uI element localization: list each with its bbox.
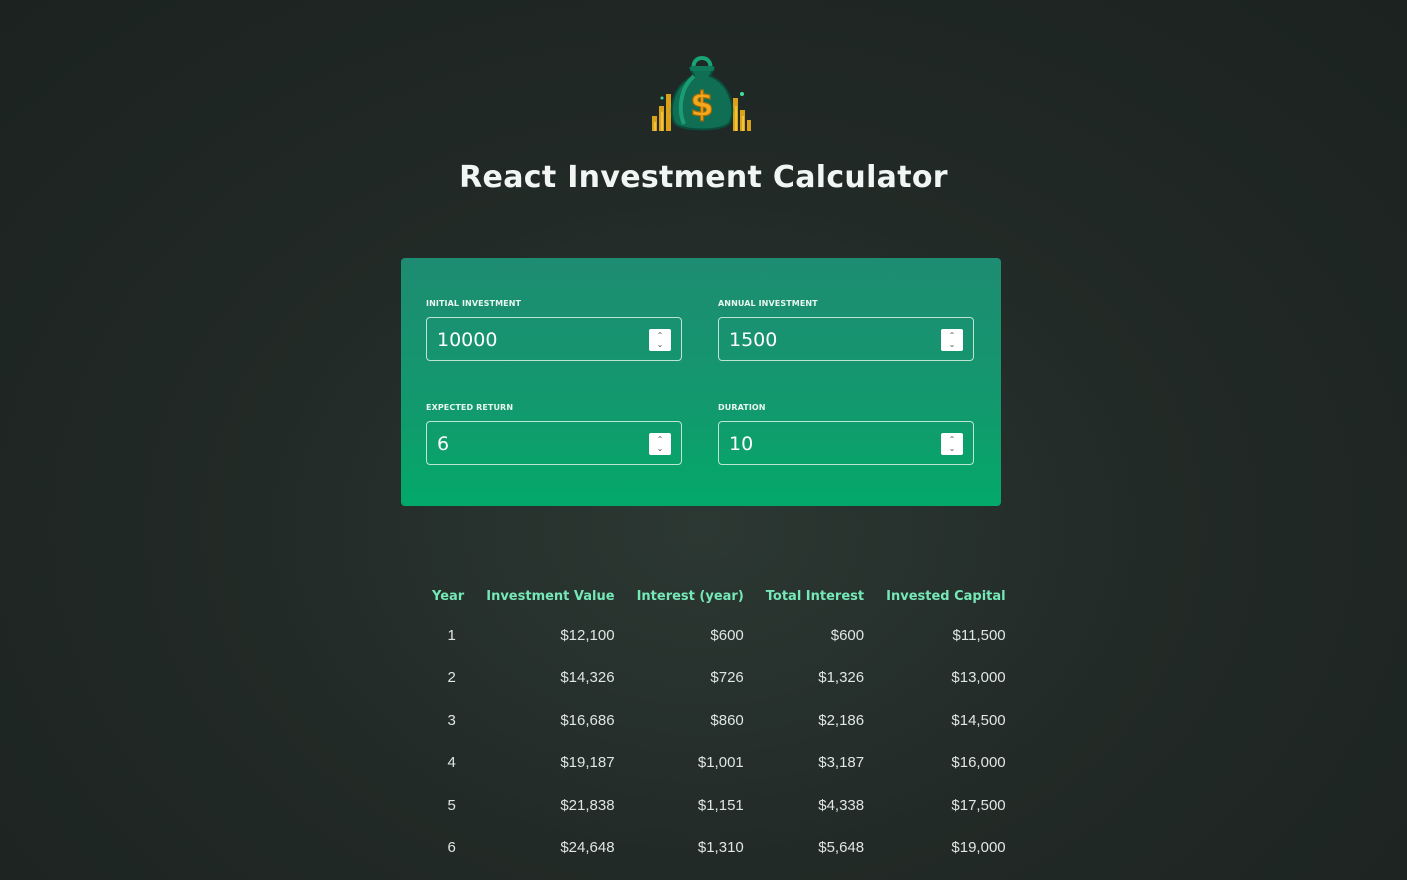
annual-investment-stepper[interactable]: ⌃ ⌄ xyxy=(941,329,963,351)
page-title: React Investment Calculator xyxy=(459,160,948,195)
total-interest-cell: $1,326 xyxy=(818,669,865,687)
total-interest-cell: $2,186 xyxy=(818,711,865,729)
interest-year-cell: $1,151 xyxy=(697,796,744,814)
user-input-panel: INITIAL INVESTMENT ⌃ ⌄ ANNUAL INVESTMENT… xyxy=(401,258,1001,506)
table-row: 5 $21,838 $1,151 $4,338 $17,500 xyxy=(421,784,1017,827)
expected-return-group: EXPECTED RETURN ⌃ ⌄ xyxy=(426,403,684,466)
money-bag-dollar-icon: $ xyxy=(652,56,751,131)
results-table: Year Investment Value Interest (year) To… xyxy=(421,578,1017,869)
column-header-invested-capital: Invested Capital xyxy=(886,588,1006,604)
chevron-up-icon[interactable]: ⌃ xyxy=(657,331,664,340)
duration-label: DURATION xyxy=(718,403,766,412)
total-interest-cell: $4,338 xyxy=(818,796,865,814)
annual-investment-box: ⌃ ⌄ xyxy=(718,317,974,362)
invested-capital-cell: $11,500 xyxy=(952,626,1006,644)
investment-value-cell: $21,838 xyxy=(560,796,615,814)
expected-return-stepper[interactable]: ⌃ ⌄ xyxy=(649,433,671,455)
chevron-down-icon[interactable]: ⌄ xyxy=(657,444,664,453)
duration-input[interactable] xyxy=(719,422,931,466)
table-row: 4 $19,187 $1,001 $3,187 $16,000 xyxy=(421,742,1017,785)
year-cell: 1 xyxy=(447,626,456,644)
initial-investment-box: ⌃ ⌄ xyxy=(426,317,682,362)
investment-value-cell: $16,686 xyxy=(560,711,615,729)
investment-value-cell: $24,648 xyxy=(560,839,615,857)
total-interest-cell: $3,187 xyxy=(818,754,865,772)
table-row: 3 $16,686 $860 $2,186 $14,500 xyxy=(421,699,1017,742)
initial-investment-stepper[interactable]: ⌃ ⌄ xyxy=(649,329,671,351)
investment-value-cell: $19,187 xyxy=(560,754,615,772)
chevron-up-icon[interactable]: ⌃ xyxy=(949,435,956,444)
interest-year-cell: $600 xyxy=(710,626,744,644)
money-bag-logo: $ xyxy=(650,48,754,134)
year-cell: 4 xyxy=(447,754,456,772)
total-interest-cell: $5,648 xyxy=(818,839,865,857)
invested-capital-cell: $19,000 xyxy=(951,839,1006,857)
year-cell: 5 xyxy=(447,796,456,814)
table-row: 1 $12,100 $600 $600 $11,500 xyxy=(421,614,1017,657)
duration-group: DURATION ⌃ ⌄ xyxy=(718,403,976,466)
initial-investment-label: INITIAL INVESTMENT xyxy=(426,299,522,308)
expected-return-box: ⌃ ⌄ xyxy=(426,421,682,466)
column-header-total-interest: Total Interest xyxy=(765,588,865,604)
chevron-down-icon[interactable]: ⌄ xyxy=(949,340,956,349)
year-cell: 6 xyxy=(447,839,456,857)
table-header-row: Year Investment Value Interest (year) To… xyxy=(421,578,1017,614)
interest-year-cell: $1,001 xyxy=(697,754,744,772)
column-header-investment-value: Investment Value xyxy=(486,588,615,604)
column-header-interest-year: Interest (year) xyxy=(636,588,744,604)
investment-value-cell: $12,100 xyxy=(560,626,615,644)
investment-value-cell: $14,326 xyxy=(560,669,615,687)
table-row: 2 $14,326 $726 $1,326 $13,000 xyxy=(421,657,1017,700)
chevron-down-icon[interactable]: ⌄ xyxy=(657,340,664,349)
interest-year-cell: $860 xyxy=(710,711,744,729)
duration-stepper[interactable]: ⌃ ⌄ xyxy=(941,433,963,455)
chevron-up-icon[interactable]: ⌃ xyxy=(657,435,664,444)
table-row: 6 $24,648 $1,310 $5,648 $19,000 xyxy=(421,827,1017,870)
annual-investment-group: ANNUAL INVESTMENT ⌃ ⌄ xyxy=(718,299,976,362)
interest-year-cell: $1,310 xyxy=(697,839,744,857)
expected-return-label: EXPECTED RETURN xyxy=(426,403,514,412)
chevron-up-icon[interactable]: ⌃ xyxy=(949,331,956,340)
column-header-year: Year xyxy=(432,588,465,604)
expected-return-input[interactable] xyxy=(427,422,639,466)
chevron-down-icon[interactable]: ⌄ xyxy=(949,444,956,453)
initial-investment-input[interactable] xyxy=(427,318,639,362)
annual-investment-input[interactable] xyxy=(719,318,931,362)
invested-capital-cell: $16,000 xyxy=(951,754,1006,772)
interest-year-cell: $726 xyxy=(710,669,744,687)
invested-capital-cell: $13,000 xyxy=(951,669,1006,687)
total-interest-cell: $600 xyxy=(830,626,865,644)
invested-capital-cell: $14,500 xyxy=(951,711,1006,729)
initial-investment-group: INITIAL INVESTMENT ⌃ ⌄ xyxy=(426,299,684,362)
svg-text:$: $ xyxy=(690,85,714,125)
invested-capital-cell: $17,500 xyxy=(951,796,1006,814)
annual-investment-label: ANNUAL INVESTMENT xyxy=(718,299,818,308)
year-cell: 3 xyxy=(447,711,456,729)
year-cell: 2 xyxy=(447,669,456,687)
duration-box: ⌃ ⌄ xyxy=(718,421,974,466)
